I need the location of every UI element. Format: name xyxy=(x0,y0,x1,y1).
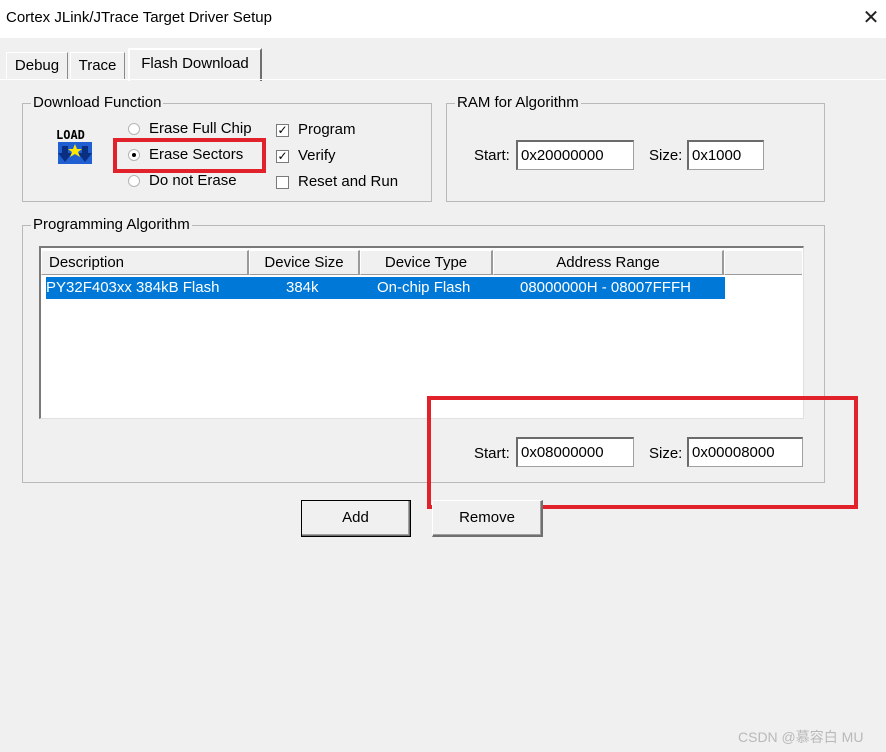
reset-and-run-label[interactable]: Reset and Run xyxy=(298,173,398,191)
add-button[interactable]: Add xyxy=(301,500,411,537)
table-row[interactable]: PY32F403xx 384kB Flash 384k On-chip Flas… xyxy=(46,277,725,299)
column-device-size[interactable]: Device Size xyxy=(249,250,360,275)
row-description: PY32F403xx 384kB Flash xyxy=(46,279,220,296)
watermark: CSDN @慕容白 MU xyxy=(738,729,864,745)
reset-and-run-checkbox[interactable] xyxy=(276,176,289,189)
download-function-label: Download Function xyxy=(31,94,164,112)
load-icon-text: LOAD xyxy=(56,128,85,142)
ram-start-label: Start: xyxy=(474,147,510,164)
verify-checkbox[interactable]: ✓ xyxy=(276,150,289,163)
ram-size-input[interactable]: 0x1000 xyxy=(687,140,764,170)
ram-for-algorithm-label: RAM for Algorithm xyxy=(455,94,581,112)
column-address-range[interactable]: Address Range xyxy=(493,250,724,275)
row-range: 08000000H - 08007FFFH xyxy=(520,279,691,296)
tab-strip-divider xyxy=(0,79,886,80)
close-icon[interactable]: ✕ xyxy=(858,6,884,30)
programming-algorithm-label: Programming Algorithm xyxy=(31,216,192,234)
tab-debug[interactable]: Debug xyxy=(6,52,68,80)
remove-button[interactable]: Remove xyxy=(432,500,543,537)
program-label[interactable]: Program xyxy=(298,121,356,139)
ram-size-label: Size: xyxy=(649,147,683,164)
title-bar: Cortex JLink/JTrace Target Driver Setup … xyxy=(0,0,886,38)
tab-flash-download[interactable]: Flash Download xyxy=(128,48,262,81)
erase-full-chip-radio[interactable] xyxy=(128,123,140,135)
column-filler xyxy=(724,250,802,275)
do-not-erase-label[interactable]: Do not Erase xyxy=(149,172,237,190)
window-title: Cortex JLink/JTrace Target Driver Setup xyxy=(6,9,272,26)
column-description[interactable]: Description xyxy=(41,250,249,275)
program-checkbox[interactable]: ✓ xyxy=(276,124,289,137)
do-not-erase-radio[interactable] xyxy=(128,175,140,187)
load-icon: LOAD xyxy=(55,127,97,167)
algorithm-list[interactable]: Description Device Size Device Type Addr… xyxy=(39,246,804,419)
erase-sectors-highlight xyxy=(113,138,266,173)
ram-start-input[interactable]: 0x20000000 xyxy=(516,140,634,170)
column-device-type[interactable]: Device Type xyxy=(360,250,493,275)
tab-trace[interactable]: Trace xyxy=(70,52,125,80)
start-size-highlight xyxy=(427,396,858,509)
row-type: On-chip Flash xyxy=(377,279,471,296)
erase-full-chip-label[interactable]: Erase Full Chip xyxy=(149,120,252,138)
row-size: 384k xyxy=(286,279,319,296)
verify-label[interactable]: Verify xyxy=(298,147,336,165)
